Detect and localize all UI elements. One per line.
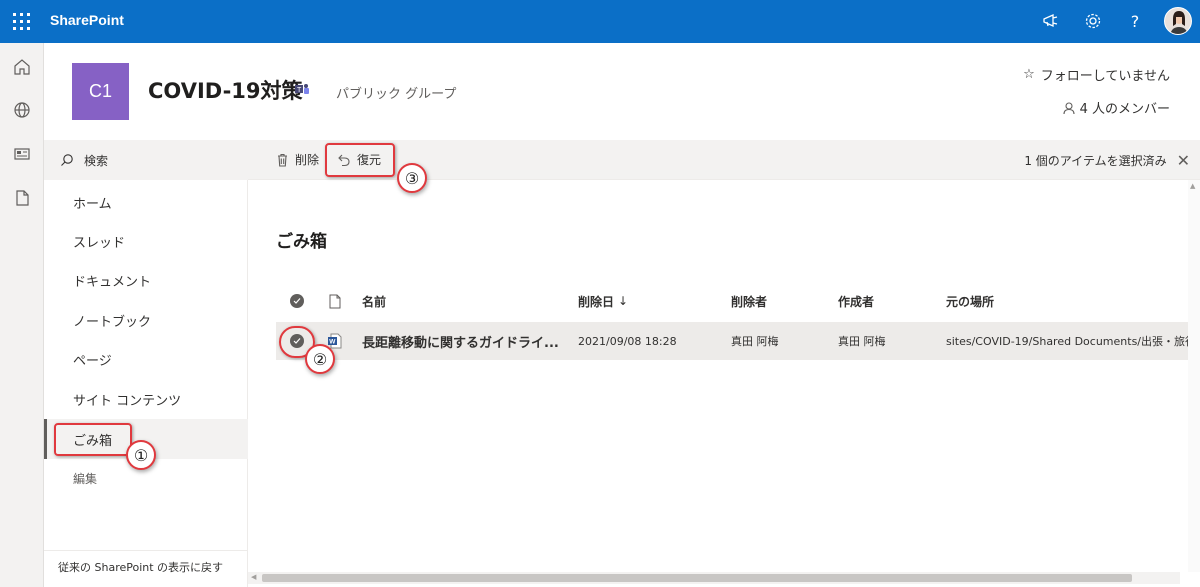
scroll-up-arrow[interactable]: ▲: [1190, 182, 1195, 190]
site-logo[interactable]: C1: [72, 63, 129, 120]
column-header-deleted-by[interactable]: 削除者: [731, 288, 767, 314]
search-box[interactable]: 検索: [44, 140, 248, 180]
step-badge-2: ②: [305, 344, 335, 374]
svg-text:W: W: [329, 339, 336, 346]
delete-button[interactable]: 削除: [276, 151, 319, 168]
help-icon[interactable]: ?: [1124, 10, 1146, 32]
nav-item-home[interactable]: ホーム: [44, 182, 248, 222]
table-row[interactable]: W 長距離移動に関するガイドライ... 2021/09/08 18:28 真田 …: [276, 322, 1200, 360]
vertical-scrollbar[interactable]: ▲: [1188, 180, 1200, 572]
teams-icon[interactable]: T: [294, 81, 310, 100]
left-nav: 検索 ホーム スレッド ドキュメント ノートブック ページ サイト コンテンツ …: [44, 140, 248, 587]
horizontal-scroll-thumb[interactable]: [262, 574, 1132, 582]
app-name[interactable]: SharePoint: [50, 12, 124, 28]
select-all-checkbox[interactable]: [290, 288, 304, 314]
highlight-restore-button: [325, 143, 395, 177]
nav-item-pages[interactable]: ページ: [44, 339, 248, 379]
trash-icon: [278, 153, 287, 167]
column-header-name[interactable]: 名前: [362, 288, 386, 314]
column-header-original-location[interactable]: 元の場所: [946, 288, 994, 314]
classic-view-link[interactable]: 従来の SharePoint の表示に戻す: [44, 550, 248, 587]
selection-count: 1 個のアイテムを選択済み: [1024, 154, 1167, 168]
file-icon[interactable]: [12, 188, 32, 208]
nav-item-documents[interactable]: ドキュメント: [44, 260, 248, 300]
group-type-label: パブリック グループ: [336, 87, 457, 102]
avatar[interactable]: [1164, 7, 1192, 35]
selection-info: 1 個のアイテムを選択済み ✕: [1024, 151, 1190, 170]
svg-text:T: T: [297, 87, 302, 94]
person-icon: [1063, 101, 1075, 114]
suite-bar: SharePoint ?: [0, 0, 1200, 43]
follow-label: フォローしていません: [1040, 69, 1170, 84]
site-header: C1 COVID-19対策 T パブリック グループ ☆ フォローしていません …: [44, 43, 1200, 140]
step-badge-3: ③: [397, 163, 427, 193]
nav-item-site-contents[interactable]: サイト コンテンツ: [44, 379, 248, 419]
step-badge-1: ①: [126, 440, 156, 470]
scroll-left-arrow[interactable]: ◀: [251, 573, 256, 581]
home-icon[interactable]: [12, 57, 32, 77]
close-icon[interactable]: ✕: [1177, 151, 1190, 170]
original-location-cell: sites/COVID-19/Shared Documents/出張・旅行に: [946, 335, 1200, 348]
file-type-icon[interactable]: [329, 288, 341, 314]
members-button[interactable]: 4 人のメンバー: [1062, 98, 1170, 117]
table-header: 名前 削除日 ↓ 削除者 作成者 元の場所: [276, 288, 1200, 314]
delete-label: 削除: [295, 153, 320, 167]
column-header-created-by[interactable]: 作成者: [838, 288, 874, 314]
megaphone-icon[interactable]: [1040, 10, 1062, 32]
star-icon: ☆: [1023, 67, 1035, 82]
deleted-by-cell: 真田 阿梅: [731, 335, 779, 348]
file-name-link[interactable]: 長距離移動に関するガイドライ...: [362, 322, 559, 360]
follow-button[interactable]: ☆ フォローしていません: [1023, 65, 1170, 84]
highlight-recycle-bin: [54, 423, 132, 456]
news-icon[interactable]: [12, 144, 32, 164]
members-label: 4 人のメンバー: [1079, 102, 1170, 117]
app-bar: [0, 43, 44, 587]
main-content: ごみ箱 名前 削除日 ↓ 削除者 作成者 元の場所 W 長距離移動に関するガイド…: [248, 180, 1200, 587]
horizontal-scrollbar[interactable]: ◀: [248, 572, 1180, 584]
page-title: ごみ箱: [276, 232, 327, 252]
app-launcher-icon[interactable]: [13, 13, 30, 30]
created-by-cell: 真田 阿梅: [838, 335, 886, 348]
sort-arrow-icon: ↓: [618, 294, 629, 308]
nav-item-notebook[interactable]: ノートブック: [44, 300, 248, 340]
search-label: 検索: [84, 153, 109, 168]
deleted-date-cell: 2021/09/08 18:28: [578, 334, 677, 348]
search-icon: [61, 154, 73, 166]
gear-icon[interactable]: [1082, 10, 1104, 32]
nav-item-threads[interactable]: スレッド: [44, 221, 248, 261]
column-header-deleted-date[interactable]: 削除日 ↓: [578, 288, 628, 314]
globe-icon[interactable]: [12, 100, 32, 120]
site-title[interactable]: COVID-19対策: [148, 75, 303, 105]
